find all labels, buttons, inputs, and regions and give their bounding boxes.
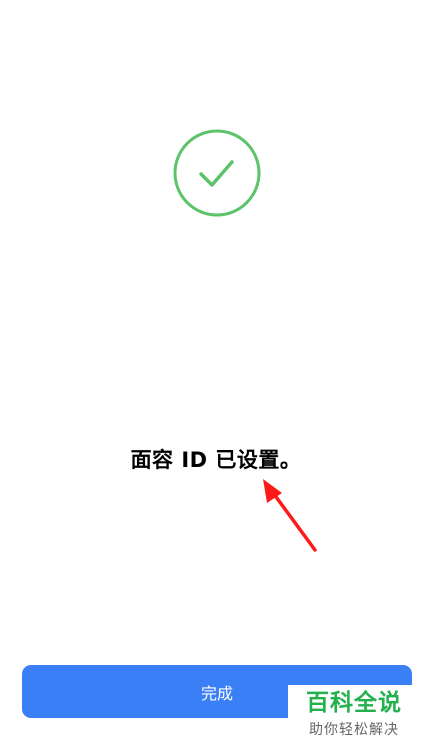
status-message: 面容 ID 已设置。 bbox=[130, 448, 302, 472]
checkmark-circle-icon bbox=[172, 128, 262, 218]
watermark-logo: 百科全说 助你轻松解决 bbox=[288, 685, 420, 745]
watermark-subtitle: 助你轻松解决 bbox=[309, 722, 399, 738]
watermark-title: 百科全说 bbox=[306, 690, 402, 716]
done-button-label: 完成 bbox=[200, 683, 233, 703]
red-arrow-icon bbox=[255, 472, 325, 561]
face-id-setup-complete-screen: 面容 ID 已设置。 完成 百科全说 助你轻松解决 bbox=[0, 0, 432, 750]
